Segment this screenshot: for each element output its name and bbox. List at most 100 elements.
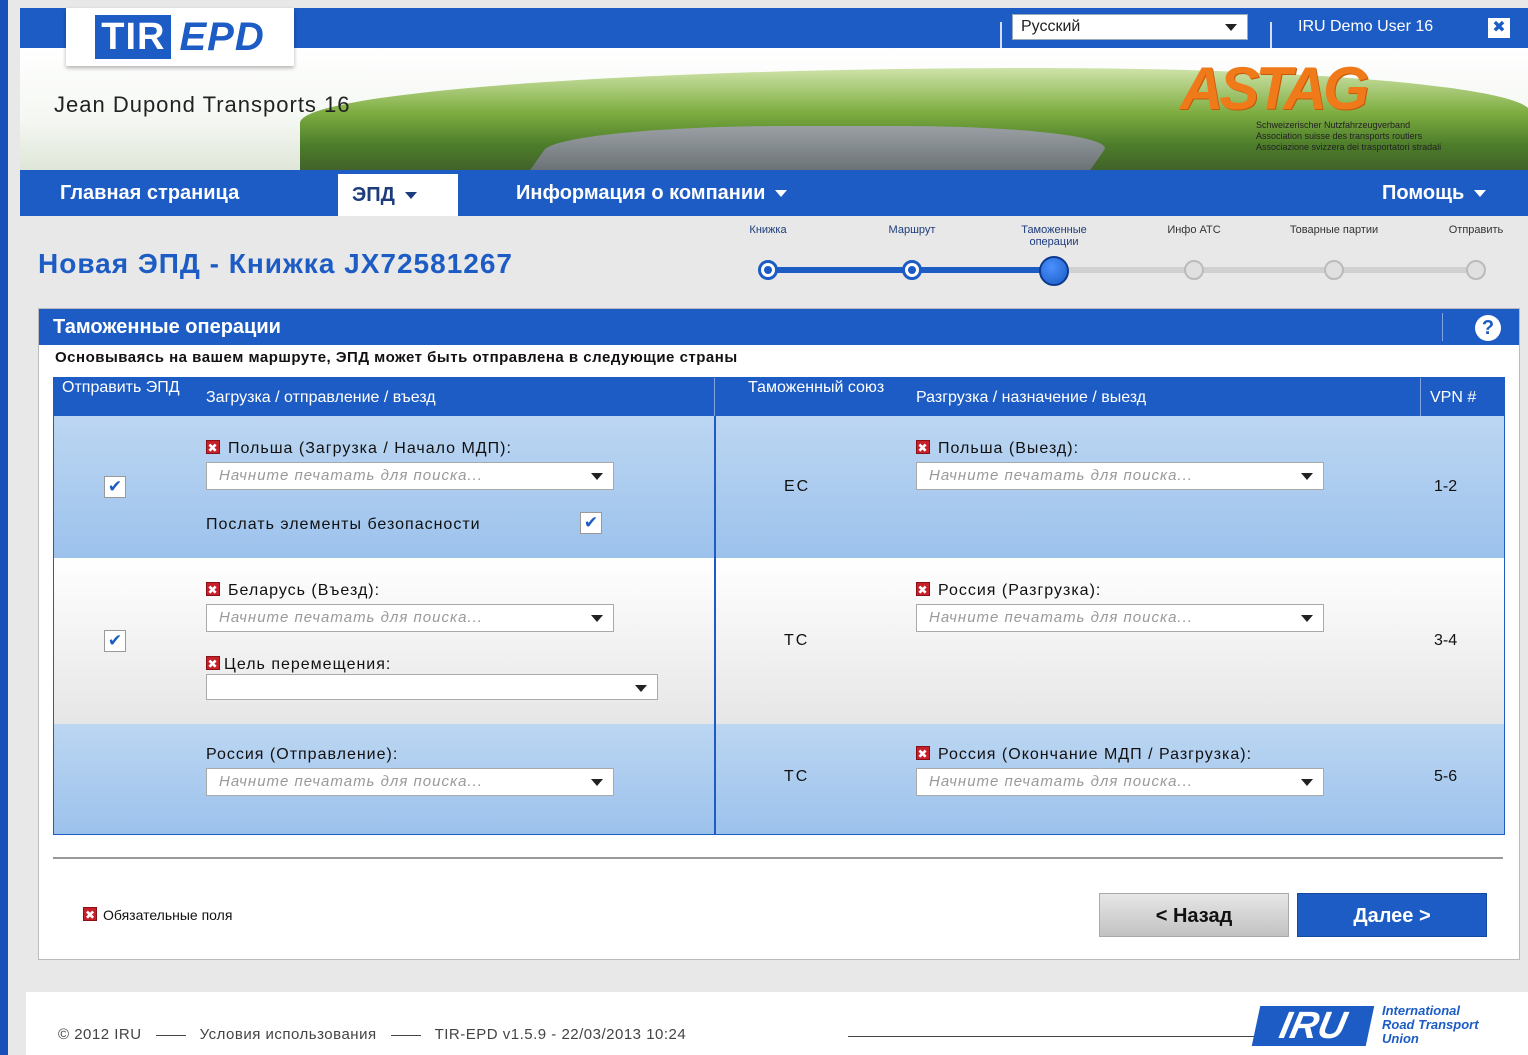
user-name[interactable]: IRU Demo User 16 (1298, 18, 1433, 36)
step-consignments: Товарные партии (1284, 224, 1384, 280)
step-label: Таможенные операции (1021, 224, 1087, 248)
step-connector (1056, 267, 1196, 273)
divider (1442, 313, 1443, 341)
astag-subtitle-line: Association suisse des transports routie… (1256, 131, 1423, 141)
chevron-down-icon (1474, 190, 1487, 198)
logout-icon[interactable]: ✖ (1488, 18, 1510, 38)
copyright: © 2012 IRU (58, 1026, 142, 1043)
nav-help[interactable]: Помощь (1368, 170, 1500, 216)
nav-company-info[interactable]: Информация о компании (502, 170, 801, 216)
step-label: Отправить (1448, 224, 1504, 236)
column-divider (714, 416, 716, 834)
chevron-down-icon (1301, 473, 1313, 480)
step-connector (1336, 267, 1476, 273)
step-label: Инфо АТС (1167, 224, 1221, 236)
col-customs-union: Таможенный союз (748, 379, 885, 396)
back-button[interactable]: < Назад (1099, 893, 1289, 937)
required-note-text: Обязательные поля (103, 907, 233, 923)
step-dot (1039, 256, 1069, 286)
help-icon[interactable]: ? (1475, 315, 1501, 341)
send-checkbox[interactable]: ✔ (104, 630, 126, 652)
step-connector (912, 267, 1056, 273)
required-icon: ✖ (206, 656, 220, 671)
field-label: ✖ Польша (Выезд): (916, 440, 1079, 458)
required-icon: ✖ (206, 582, 220, 597)
chevron-down-icon (1301, 779, 1313, 786)
field-label-text: Польша (Загрузка / Начало МДП): (228, 440, 512, 457)
field-label-text: Россия (Окончание МДП / Разгрузка): (938, 746, 1253, 763)
search-input[interactable]: Начните печатать для поиска... (916, 462, 1324, 490)
step-label: Книжка (749, 224, 787, 236)
language-select[interactable]: Русский (1012, 14, 1248, 40)
field-label: ✖ Беларусь (Въезд): (206, 582, 380, 600)
next-button[interactable]: Далее > (1297, 893, 1487, 937)
search-input[interactable]: Начните печатать для поиска... (916, 604, 1324, 632)
step-dot (1184, 260, 1204, 280)
field-label: Россия (Отправление): (206, 746, 399, 763)
terms-link[interactable]: Условия использования (200, 1026, 377, 1043)
footer: © 2012 IRU Условия использования TIR-EPD v… (26, 992, 1528, 1055)
nav-epd[interactable]: ЭПД (338, 174, 458, 216)
chevron-down-icon (775, 190, 788, 198)
required-icon: ✖ (916, 746, 930, 761)
chevron-down-icon (591, 473, 603, 480)
field-label: ✖ Польша (Загрузка / Начало МДП): (206, 440, 512, 458)
vpn-value: 5-6 (1434, 768, 1458, 785)
step-booklet[interactable]: Книжка (718, 224, 818, 280)
customs-panel: Таможенные операции ? Основываясь на ваш… (38, 308, 1520, 960)
chevron-down-icon (1225, 24, 1237, 31)
table-row: ✔ ✖ Польша (Загрузка / Начало МДП): Начни… (54, 416, 1504, 558)
tir-epd-logo[interactable]: TIR EPD (66, 8, 294, 66)
chevron-down-icon (635, 685, 647, 692)
field-label-text: Беларусь (Въезд): (228, 582, 381, 599)
required-icon: ✖ (206, 440, 220, 455)
step-dot (1324, 260, 1344, 280)
iru-name-line: International (1382, 1003, 1461, 1018)
required-icon: ✖ (916, 582, 930, 597)
col-vpn: VPN # (1430, 389, 1477, 406)
customs-union-value: ТС (784, 768, 810, 785)
input-placeholder: Начните печатать для поиска... (219, 609, 483, 626)
search-input[interactable]: Начните печатать для поиска... (206, 462, 614, 490)
required-note: ✖ Обязательные поля (83, 907, 232, 923)
nav-home[interactable]: Главная страница (46, 170, 253, 216)
wizard-steps: Книжка Маршрут Таможенные операции Инфо … (738, 224, 1528, 286)
iru-logo[interactable]: IRU (1251, 1005, 1375, 1047)
step-route[interactable]: Маршрут (862, 224, 962, 280)
astag-subtitle: Schweizerischer Nutzfahrzeugverband Asso… (1256, 120, 1526, 153)
search-input[interactable]: Начните печатать для поиска... (916, 768, 1324, 796)
intro-text: Основываясь на вашем маршруте, ЭПД может… (55, 349, 738, 366)
chevron-down-icon (591, 615, 603, 622)
input-placeholder: Начните печатать для поиска... (929, 773, 1193, 790)
divider (390, 1034, 421, 1036)
panel-title: Таможенные операции (53, 316, 281, 338)
field-label-text: Цель перемещения: (224, 656, 392, 673)
step-customs[interactable]: Таможенные операции (1004, 224, 1104, 286)
col-loading: Загрузка / отправление / въезд (206, 389, 436, 406)
step-send: Отправить (1426, 224, 1526, 280)
input-placeholder: Начните печатать для поиска... (219, 467, 483, 484)
search-input[interactable]: Начните печатать для поиска... (206, 768, 614, 796)
astag-subtitle-line: Schweizerischer Nutzfahrzeugverband (1256, 120, 1411, 130)
page: Русский IRU Demo User 16 ✖ TIR EPD Jean … (8, 0, 1528, 1055)
iru-name-line: Road Transport (1382, 1017, 1479, 1032)
divider (1000, 22, 1002, 48)
col-send: Отправить ЭПД (62, 379, 180, 396)
security-checkbox[interactable]: ✔ (580, 512, 602, 534)
required-icon: ✖ (83, 907, 97, 922)
nav-company-info-label: Информация о компании (516, 182, 766, 204)
send-checkbox[interactable]: ✔ (104, 476, 126, 498)
divider (714, 378, 715, 416)
field-label-text: Польша (Выезд): (938, 440, 1080, 457)
security-label: Послать элементы безопасности (206, 516, 481, 533)
input-placeholder: Начните печатать для поиска... (929, 467, 1193, 484)
field-label-text: Россия (Разгрузка): (938, 582, 1102, 599)
table-row: ✔ ✖ Беларусь (Въезд): Начните печатать дл… (54, 558, 1504, 724)
astag-subtitle-line: Associazione svizzera dei trasportatori … (1256, 142, 1442, 152)
iru-name: International Road Transport Union (1382, 1004, 1479, 1046)
purpose-select[interactable] (206, 674, 658, 700)
step-connector (1196, 267, 1336, 273)
nav-home-label: Главная страница (60, 182, 240, 204)
search-input[interactable]: Начните печатать для поиска... (206, 604, 614, 632)
step-dot (1466, 260, 1486, 280)
